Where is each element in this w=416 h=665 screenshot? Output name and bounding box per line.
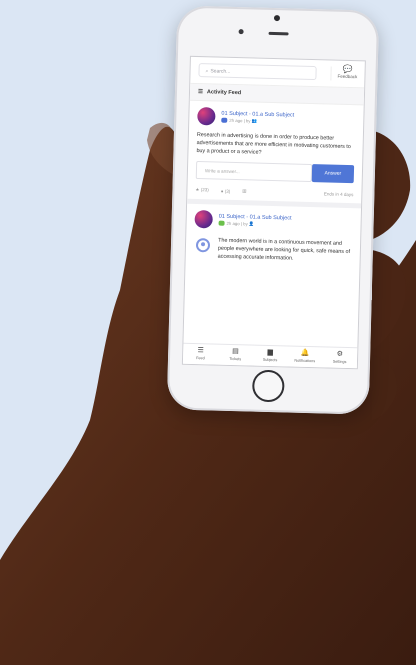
feedback-label: Feedback <box>337 73 358 80</box>
comment-count[interactable]: ● (3) <box>221 188 231 193</box>
user-icon: 👤 <box>248 220 255 227</box>
home-button[interactable] <box>251 369 285 403</box>
tab-settings[interactable]: ⚙ Settings <box>322 347 357 368</box>
avatar[interactable] <box>194 209 213 229</box>
list-icon: ☰ <box>197 89 204 96</box>
feed-card-question: 01 Subject - 01.a Sub Subject 2h ago | b… <box>187 100 364 209</box>
question-badge-icon <box>221 117 228 123</box>
earpiece <box>268 31 289 36</box>
stats-icon[interactable]: ▥ <box>242 188 246 194</box>
answer-badge-icon <box>218 220 225 226</box>
bottom-tab-bar: ☰ Feed ▤ Tickets ▆ Subjects 🔔 Notifications … <box>182 342 358 369</box>
comment-icon: ● <box>220 188 224 194</box>
phone-device: ⌕ Search... 💬 Feedback ☰ Activity Feed 01 … <box>166 5 380 415</box>
ends-in-label: Ends in 4 days <box>323 190 354 197</box>
answer-input[interactable]: Write a answer... <box>195 160 313 183</box>
front-camera <box>238 29 244 35</box>
speaker-dot <box>273 14 281 22</box>
tab-feed[interactable]: ☰ Feed <box>183 344 218 365</box>
post-meta: 2h ago | by <box>229 117 251 124</box>
avatar[interactable] <box>197 107 216 126</box>
user-avatar-icon <box>195 238 211 253</box>
user-group-icon: 👥 <box>251 117 258 124</box>
tab-tickets[interactable]: ▤ Tickets <box>218 345 253 366</box>
search-icon: ⌕ <box>205 68 209 75</box>
tab-subjects[interactable]: ▆ Subjects <box>252 346 287 367</box>
feed-card-answer: 01 Subject - 01.a Sub Subject 2h ago | b… <box>185 204 361 271</box>
search-input[interactable]: ⌕ Search... <box>198 63 317 81</box>
star-icon: ★ <box>195 186 200 193</box>
question-text: Research in advertising is done in order… <box>196 132 351 156</box>
feedback-button[interactable]: 💬 Feedback <box>336 65 358 80</box>
tab-notifications[interactable]: 🔔 Notifications <box>287 346 322 367</box>
app-screen: ⌕ Search... 💬 Feedback ☰ Activity Feed 01 … <box>181 55 366 370</box>
post-meta: 2h ago | by <box>226 220 248 227</box>
top-bar: ⌕ Search... 💬 Feedback <box>190 56 365 89</box>
divider <box>330 66 332 81</box>
answer-text: The modern world is in a continuous move… <box>217 237 351 262</box>
like-count[interactable]: ★ (23) <box>195 187 208 193</box>
answer-button[interactable]: Answer <box>311 164 355 184</box>
